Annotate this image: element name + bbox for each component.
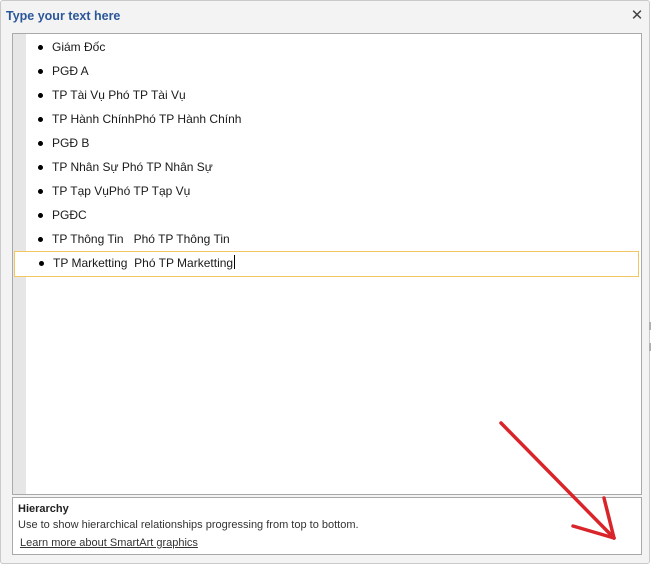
list-item[interactable]: TP Thông Tin Phó TP Thông Tin <box>13 227 641 251</box>
bullet-icon <box>38 45 43 50</box>
list-item-text: Giám Đốc <box>52 40 106 54</box>
list-item[interactable]: PGĐ B <box>13 131 641 155</box>
description-box: Hierarchy Use to show hierarchical relat… <box>12 497 642 555</box>
layout-description: Use to show hierarchical relationships p… <box>18 519 359 531</box>
list-item-text: TP Nhân Sự Phó TP Nhân Sự <box>52 160 213 174</box>
layout-name: Hierarchy <box>18 503 69 515</box>
bullet-icon <box>38 213 43 218</box>
bullet-icon <box>38 93 43 98</box>
bullet-list: Giám Đốc PGĐ A TP Tài Vụ Phó TP Tài Vụ T… <box>13 35 641 277</box>
list-item-active[interactable]: TP Marketting Phó TP Marketting <box>14 251 639 277</box>
list-item-text: TP Marketting Phó TP Marketting <box>53 256 234 270</box>
edge-tick <box>649 322 651 330</box>
list-item-text: TP Thông Tin Phó TP Thông Tin <box>52 232 230 246</box>
learn-more-link[interactable]: Learn more about SmartArt graphics <box>20 537 198 549</box>
pane-title: Type your text here <box>6 9 121 23</box>
bullet-icon <box>38 237 43 242</box>
edge-tick <box>649 343 651 351</box>
list-item[interactable]: TP Hành ChínhPhó TP Hành Chính <box>13 107 641 131</box>
bullet-icon <box>38 141 43 146</box>
bullet-icon <box>39 261 44 266</box>
bullet-icon <box>38 189 43 194</box>
text-editor[interactable]: Giám Đốc PGĐ A TP Tài Vụ Phó TP Tài Vụ T… <box>12 33 642 495</box>
text-pane: Type your text here ✕ Giám Đốc PGĐ A TP … <box>0 0 650 564</box>
list-item[interactable]: TP Nhân Sự Phó TP Nhân Sự <box>13 155 641 179</box>
list-item-text: TP Tạp VụPhó TP Tạp Vụ <box>52 184 191 198</box>
text-caret <box>234 255 236 269</box>
list-item[interactable]: PGĐ A <box>13 59 641 83</box>
list-item-text: TP Tài Vụ Phó TP Tài Vụ <box>52 88 186 102</box>
list-item[interactable]: TP Tạp VụPhó TP Tạp Vụ <box>13 179 641 203</box>
bullet-icon <box>38 117 43 122</box>
bullet-icon <box>38 69 43 74</box>
list-item[interactable]: TP Tài Vụ Phó TP Tài Vụ <box>13 83 641 107</box>
close-icon[interactable]: ✕ <box>628 7 646 25</box>
list-item[interactable]: PGĐC <box>13 203 641 227</box>
list-item-text: PGĐ A <box>52 64 89 78</box>
list-item-text: PGĐC <box>52 208 87 222</box>
list-item[interactable]: Giám Đốc <box>13 35 641 59</box>
bullet-icon <box>38 165 43 170</box>
list-item-text: TP Hành ChínhPhó TP Hành Chính <box>52 112 242 126</box>
list-item-text: PGĐ B <box>52 136 90 150</box>
list-item-text-editing[interactable]: TP Marketting Phó TP Marketting <box>53 251 236 275</box>
